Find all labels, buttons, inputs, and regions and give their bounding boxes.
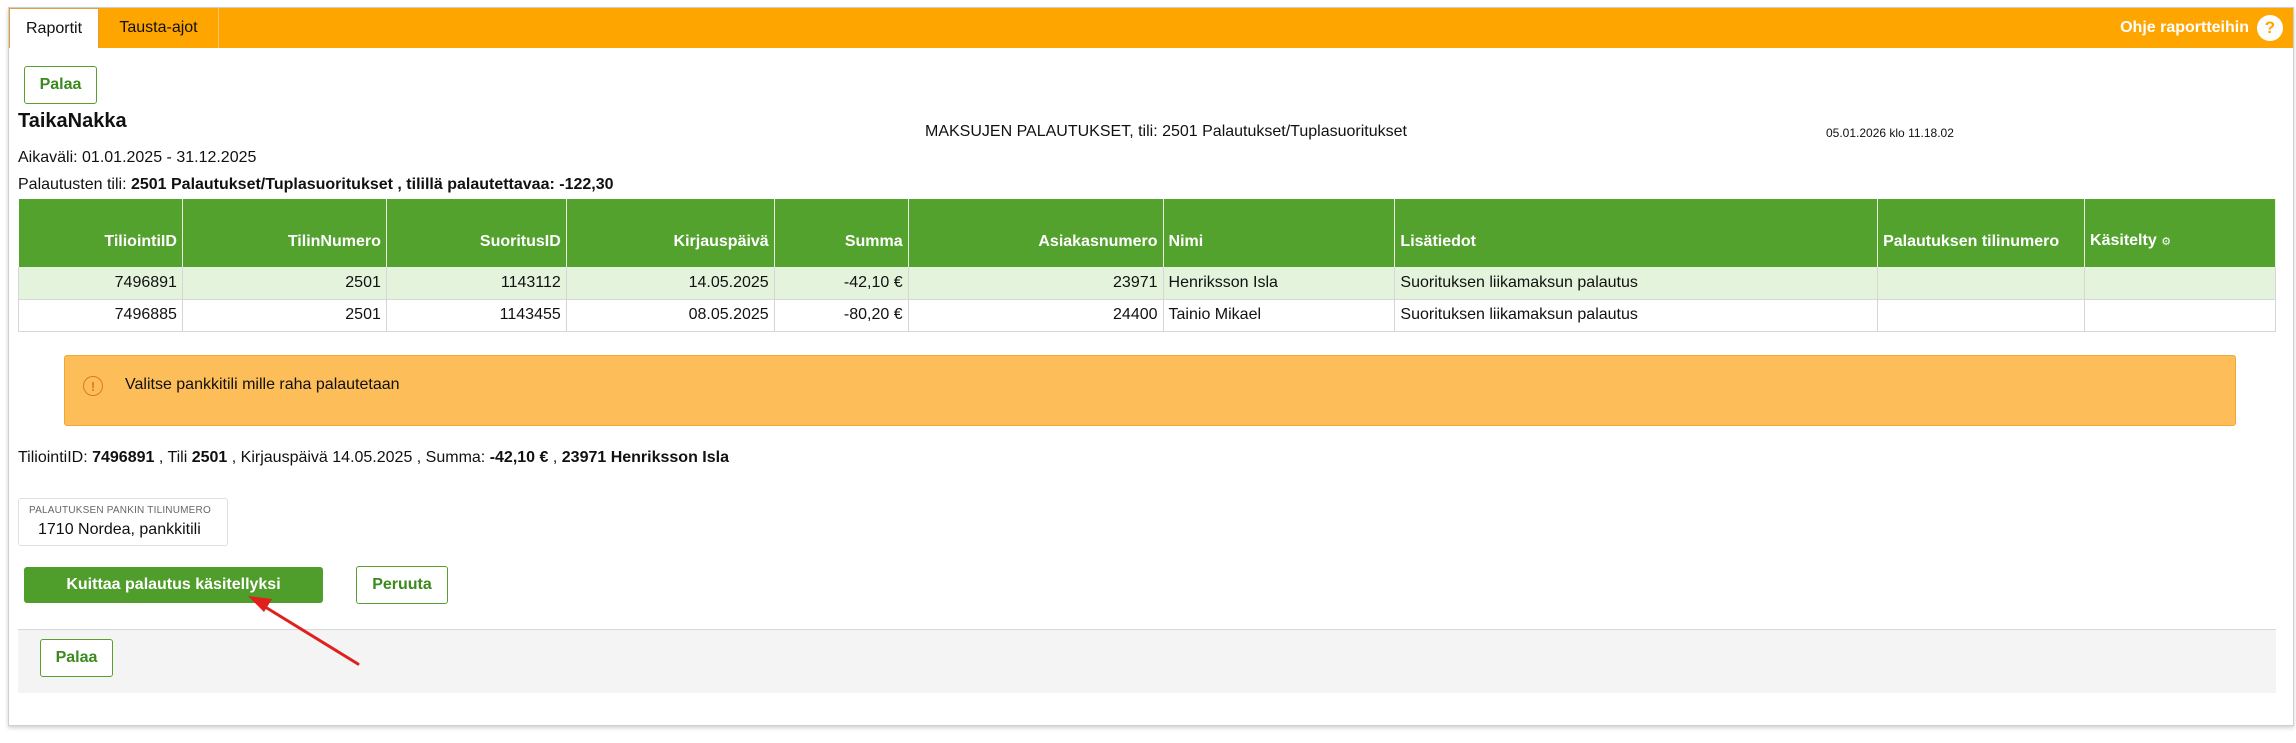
summary-customer: 23971 Henriksson Isla <box>561 449 729 466</box>
cell-asiakasnumero: 23971 <box>908 267 1164 300</box>
col-header-kirjauspaiva[interactable]: Kirjauspäivä <box>566 199 775 267</box>
top-nav-bar: Raportit Tausta-ajot Ohje raportteihin ? <box>9 8 2293 48</box>
cell-tiliointiid: 7496891 <box>18 267 183 300</box>
cell-nimi: Henriksson Isla <box>1163 267 1396 300</box>
cell-suoritusid: 1143112 <box>386 267 567 300</box>
back-button-bottom[interactable]: Palaa <box>40 639 113 677</box>
col-header-asiakasnumero[interactable]: Asiakasnumero <box>908 199 1164 267</box>
cell-tiliointiid: 7496885 <box>18 299 183 332</box>
tab-raportit[interactable]: Raportit <box>9 8 99 48</box>
settings-icon: ⚙ <box>2161 236 2172 248</box>
bank-account-label: PALAUTUKSEN PANKIN TILINUMERO <box>29 505 211 516</box>
company-name: TaikaNakka <box>18 110 127 132</box>
summary-label-tiliointiid: TiliointiID: <box>18 449 93 466</box>
cell-nimi: Tainio Mikael <box>1163 299 1396 332</box>
table-row[interactable]: 7496891 2501 1143112 14.05.2025 -42,10 €… <box>18 267 2276 300</box>
footer-bar <box>18 629 2276 693</box>
table-row[interactable]: 7496885 2501 1143455 08.05.2025 -80,20 €… <box>18 299 2276 332</box>
question-icon: ? <box>2257 15 2283 41</box>
col-header-nimi[interactable]: Nimi <box>1163 199 1396 267</box>
selection-summary: TiliointiID: 7496891 , Tili 2501 , Kirja… <box>18 449 729 467</box>
back-button-top[interactable]: Palaa <box>24 66 97 104</box>
info-icon: ! <box>83 376 103 396</box>
col-header-tiliointiid[interactable]: TiliointiID <box>18 199 183 267</box>
help-label: Ohje raportteihin <box>2120 19 2249 36</box>
cell-kirjauspaiva: 14.05.2025 <box>566 267 775 300</box>
summary-label-tili: , Tili <box>154 449 192 466</box>
table-header-row: TiliointiID TilinNumero SuoritusID Kirja… <box>18 199 2276 267</box>
bank-account-select[interactable]: PALAUTUKSEN PANKIN TILINUMERO 1710 Norde… <box>18 498 228 546</box>
bank-account-value: 1710 Nordea, pankkitili <box>38 521 201 538</box>
cell-lisatiedot: Suorituksen liikamaksun palautus <box>1394 267 1879 300</box>
cell-tilinnumero: 2501 <box>182 299 387 332</box>
cell-palautuksen-tilinumero <box>1877 267 2086 300</box>
summary-summa: -42,10 € <box>489 449 549 466</box>
tab-tausta-ajot[interactable]: Tausta-ajot <box>99 8 219 48</box>
summary-label-date-sum: , Kirjauspäivä 14.05.2025 , Summa: <box>227 449 490 466</box>
col-header-kasitelty[interactable]: Käsitelty ⚙ <box>2084 199 2276 267</box>
refund-account-value: 2501 Palautukset/Tuplasuoritukset , tili… <box>130 176 614 193</box>
cell-summa: -42,10 € <box>774 267 909 300</box>
cell-tilinnumero: 2501 <box>182 267 387 300</box>
cancel-button[interactable]: Peruuta <box>356 566 448 604</box>
date-range: Aikaväli: 01.01.2025 - 31.12.2025 <box>18 149 257 166</box>
help-link[interactable]: Ohje raportteihin ? <box>2120 8 2283 48</box>
col-header-palautuksen-tilinumero[interactable]: Palautuksen tilinumero <box>1877 199 2086 267</box>
refunds-table: TiliointiID TilinNumero SuoritusID Kirja… <box>18 199 2276 332</box>
col-header-lisatiedot[interactable]: Lisätiedot <box>1394 199 1879 267</box>
cell-kasitelty <box>2084 267 2276 300</box>
col-header-suoritusid[interactable]: SuoritusID <box>386 199 567 267</box>
col-header-kasitelty-label: Käsitelty <box>2090 232 2157 249</box>
summary-separator: , <box>548 449 562 466</box>
refund-account-info: Palautusten tili: 2501 Palautukset/Tupla… <box>18 176 614 194</box>
report-title: MAKSUJEN PALAUTUKSET, tili: 2501 Palautu… <box>925 123 1407 140</box>
alert-message: Valitse pankkitili mille raha palautetaa… <box>125 376 400 393</box>
cell-kasitelty <box>2084 299 2276 332</box>
col-header-tilinnumero[interactable]: TilinNumero <box>182 199 387 267</box>
cell-suoritusid: 1143455 <box>386 299 567 332</box>
cell-palautuksen-tilinumero <box>1877 299 2086 332</box>
cell-kirjauspaiva: 08.05.2025 <box>566 299 775 332</box>
warning-alert: ! Valitse pankkitili mille raha palautet… <box>64 355 2236 426</box>
summary-tiliointiid: 7496891 <box>92 449 155 466</box>
cell-lisatiedot: Suorituksen liikamaksun palautus <box>1394 299 1879 332</box>
cell-summa: -80,20 € <box>774 299 909 332</box>
report-timestamp: 05.01.2026 klo 11.18.02 <box>1826 126 1954 140</box>
col-header-summa[interactable]: Summa <box>774 199 909 267</box>
refund-account-label: Palautusten tili: <box>18 176 131 193</box>
summary-tili: 2501 <box>191 449 228 466</box>
cell-asiakasnumero: 24400 <box>908 299 1164 332</box>
confirm-refund-button[interactable]: Kuittaa palautus käsitellyksi <box>24 567 323 603</box>
